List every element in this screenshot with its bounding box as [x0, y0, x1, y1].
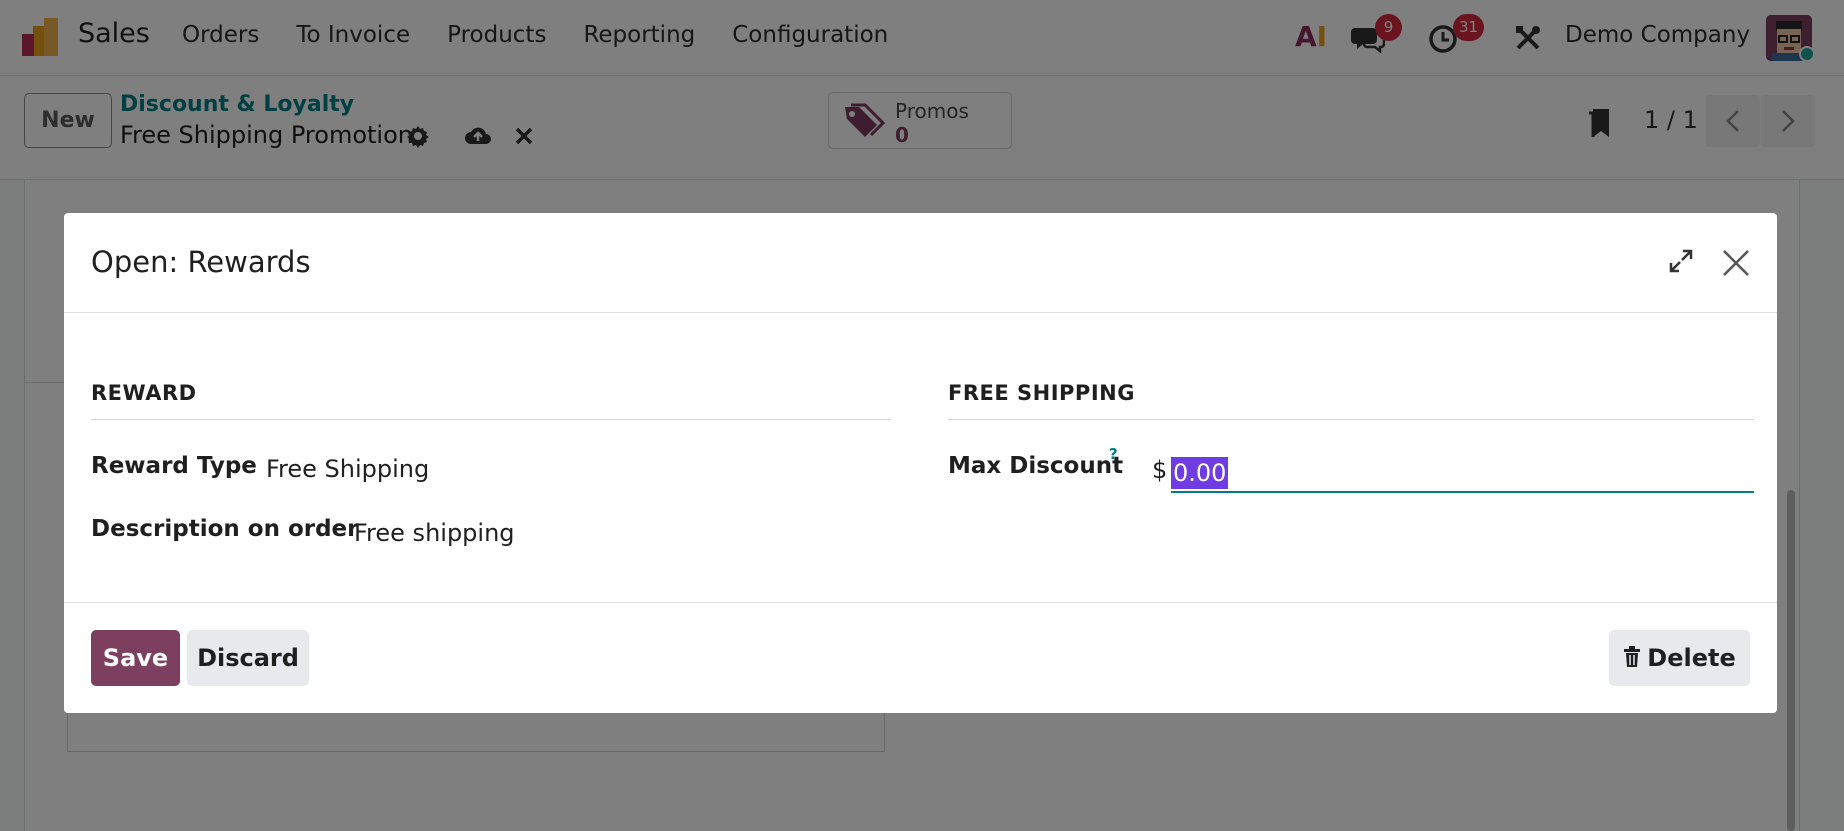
- currency-symbol: $: [1152, 456, 1168, 484]
- max-discount-value[interactable]: 0.00: [1171, 457, 1229, 489]
- reward-type-label: Reward Type: [91, 453, 257, 479]
- help-tooltip-icon[interactable]: ?: [1109, 445, 1118, 463]
- reward-group-divider: [91, 419, 891, 420]
- dialog-header: Open: Rewards: [64, 213, 1777, 313]
- rewards-dialog: Open: Rewards REWARD Reward Type Free Sh…: [64, 213, 1777, 713]
- dialog-footer: Save Discard Delete: [64, 602, 1777, 713]
- reward-type-value[interactable]: Free Shipping: [266, 455, 429, 483]
- max-discount-label: Max Discount: [948, 453, 1124, 479]
- expand-icon[interactable]: [1669, 249, 1693, 273]
- max-discount-input[interactable]: 0.00: [1171, 455, 1754, 493]
- save-button[interactable]: Save: [91, 630, 180, 686]
- delete-button[interactable]: Delete: [1609, 630, 1750, 686]
- description-label: Description on order: [91, 516, 359, 542]
- trash-icon: [1624, 646, 1641, 667]
- close-icon[interactable]: [1722, 249, 1750, 277]
- dialog-title: Open: Rewards: [91, 245, 311, 279]
- dialog-body: REWARD Reward Type Free Shipping Descrip…: [64, 313, 1777, 602]
- delete-label: Delete: [1647, 644, 1736, 672]
- reward-group-title: REWARD: [91, 381, 197, 405]
- shipping-group-divider: [948, 419, 1754, 420]
- discard-button[interactable]: Discard: [187, 630, 309, 686]
- shipping-group-title: FREE SHIPPING: [948, 381, 1135, 405]
- description-field[interactable]: Free shipping: [354, 519, 515, 547]
